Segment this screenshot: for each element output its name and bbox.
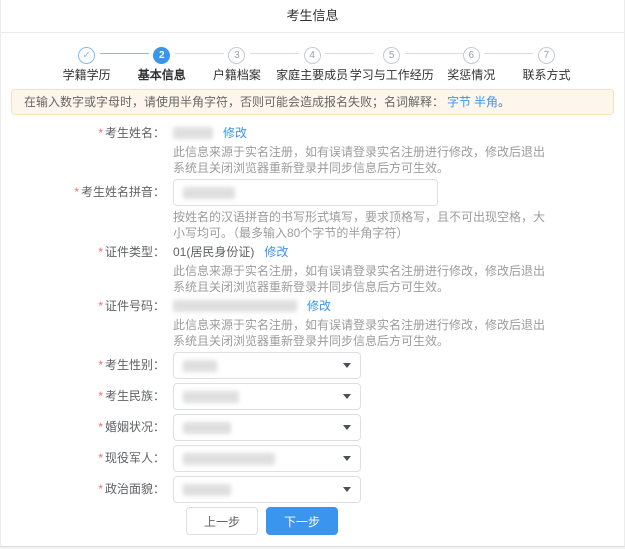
step-label: 联系方式: [509, 67, 584, 83]
step-label: 户籍档案: [199, 67, 274, 83]
byte-glossary-link[interactable]: 字节: [447, 95, 471, 109]
ethnicity-field: *考生民族：: [1, 383, 624, 410]
step-label: 学籍学历: [49, 67, 124, 83]
marital-status-field: *婚姻状况：: [1, 414, 624, 441]
step-huji-dangan: 3 户籍档案: [199, 45, 274, 83]
step-circle: 4: [304, 47, 321, 64]
cert-number-help-text: 此信息来源于实名注册，如有误请登录实名注册进行修改，修改后退出系统且关闭浏览器重…: [173, 317, 555, 349]
cert-number-field: *证件号码： 修改 此信息来源于实名注册，如有误请登录实名注册进行修改，修改后退…: [1, 298, 624, 349]
step-circle: 6: [463, 47, 480, 64]
check-icon: ✓: [82, 50, 90, 61]
masked-marital-value: [183, 422, 231, 434]
masked-political-value: [183, 484, 231, 496]
step-label: 家庭主要成员: [275, 67, 350, 83]
masked-name-value: [173, 127, 213, 139]
next-step-button[interactable]: 下一步: [266, 507, 338, 535]
masked-cert-number-value: [173, 300, 297, 312]
step-jiating-chengyuan: 4 家庭主要成员: [275, 45, 350, 83]
modify-cert-number-link[interactable]: 修改: [307, 298, 331, 314]
military-service-field: *现役军人：: [1, 445, 624, 472]
masked-military-value: [183, 453, 275, 465]
step-label: 奖惩情况: [434, 67, 509, 83]
step-xueji-xueli: ✓ 学籍学历: [49, 45, 124, 83]
step-active-circle: 2: [153, 47, 170, 64]
masked-pinyin-value: [183, 187, 235, 199]
step-circle: 5: [383, 47, 400, 64]
candidate-name-field: *考生姓名： 修改 此信息来源于实名注册，如有误请登录实名注册进行修改，修改后退…: [1, 125, 624, 176]
halfwidth-glossary-link[interactable]: 半角: [474, 95, 498, 109]
ethnicity-select[interactable]: [173, 383, 361, 410]
previous-step-button[interactable]: 上一步: [186, 507, 258, 535]
pinyin-field: *考生姓名拼音： 按姓名的汉语拼音的书写形式填写，要求顶格写，且不可出现空格，大…: [1, 179, 624, 241]
modify-cert-type-link[interactable]: 修改: [264, 244, 288, 260]
page-title: 考生信息: [1, 0, 624, 33]
required-mark: *: [98, 358, 103, 372]
required-mark: *: [98, 126, 103, 140]
cert-type-help-text: 此信息来源于实名注册，如有误请登录实名注册进行修改，修改后退出系统且关闭浏览器重…: [173, 263, 555, 295]
candidate-name-label: 考生姓名：: [105, 126, 165, 140]
required-mark: *: [98, 482, 103, 496]
step-xuexi-gongzuo: 5 学习与工作经历: [350, 45, 434, 83]
modify-name-link[interactable]: 修改: [223, 125, 247, 141]
step-circle: 3: [228, 47, 245, 64]
political-status-field: *政治面貌：: [1, 476, 624, 503]
chevron-down-icon: [343, 363, 351, 368]
chevron-down-icon: [343, 487, 351, 492]
step-label: 基本信息: [124, 67, 199, 83]
step-jiangcheng: 6 奖惩情况: [434, 45, 509, 83]
basic-info-form: *考生姓名： 修改 此信息来源于实名注册，如有误请登录实名注册进行修改，修改后退…: [1, 115, 624, 535]
required-mark: *: [98, 420, 103, 434]
step-wizard: ✓ 学籍学历 2 基本信息 3 户籍档案 4 家庭主要成员 5 学习与工作经历 …: [1, 33, 624, 83]
required-mark: *: [98, 451, 103, 465]
candidate-info-page: 考生信息 ✓ 学籍学历 2 基本信息 3 户籍档案 4 家庭主要成员 5 学习与…: [0, 0, 625, 547]
cert-type-field: *证件类型： 01(居民身份证) 修改 此信息来源于实名注册，如有误请登录实名注…: [1, 244, 624, 295]
chevron-down-icon: [343, 394, 351, 399]
step-circle: 7: [538, 47, 555, 64]
pinyin-label: 考生姓名拼音：: [81, 185, 165, 199]
required-mark: *: [98, 389, 103, 403]
gender-select[interactable]: [173, 352, 361, 379]
notice-period: 。: [498, 95, 510, 109]
cert-number-label: 证件号码：: [105, 299, 165, 313]
pinyin-input[interactable]: [173, 179, 438, 206]
cert-type-label: 证件类型：: [105, 245, 165, 259]
political-status-label: 政治面貌：: [105, 482, 165, 496]
ethnicity-label: 考生民族：: [105, 389, 165, 403]
name-help-text: 此信息来源于实名注册，如有误请登录实名注册进行修改，修改后退出系统且关闭浏览器重…: [173, 144, 555, 176]
masked-ethnicity-value: [183, 391, 239, 403]
form-actions: 上一步 下一步: [186, 507, 624, 535]
military-service-select[interactable]: [173, 445, 361, 472]
military-service-label: 现役军人：: [105, 451, 165, 465]
notice-text: 在输入数字或字母时，请使用半角字符，否则可能会造成报名失败；名词解释：: [24, 95, 444, 109]
step-jiben-xinxi: 2 基本信息: [124, 45, 199, 83]
step-lianxi-fangshi: 7 联系方式: [509, 45, 584, 83]
cert-type-value: 01(居民身份证): [173, 244, 254, 260]
chevron-down-icon: [343, 425, 351, 430]
step-label: 学习与工作经历: [350, 67, 434, 83]
required-mark: *: [98, 299, 103, 313]
marital-status-select[interactable]: [173, 414, 361, 441]
gender-field: *考生性别：: [1, 352, 624, 379]
pinyin-help-text: 按姓名的汉语拼音的书写形式填写，要求顶格写，且不可出现空格，大小写均可。（最多输…: [173, 209, 555, 241]
required-mark: *: [98, 245, 103, 259]
required-mark: *: [74, 185, 79, 199]
chevron-down-icon: [343, 456, 351, 461]
political-status-select[interactable]: [173, 476, 361, 503]
step-done-circle: ✓: [78, 47, 95, 64]
masked-gender-value: [183, 360, 217, 372]
gender-label: 考生性别：: [105, 358, 165, 372]
halfwidth-warning-banner: 在输入数字或字母时，请使用半角字符，否则可能会造成报名失败；名词解释：字节半角。: [11, 89, 614, 115]
marital-status-label: 婚姻状况：: [105, 420, 165, 434]
